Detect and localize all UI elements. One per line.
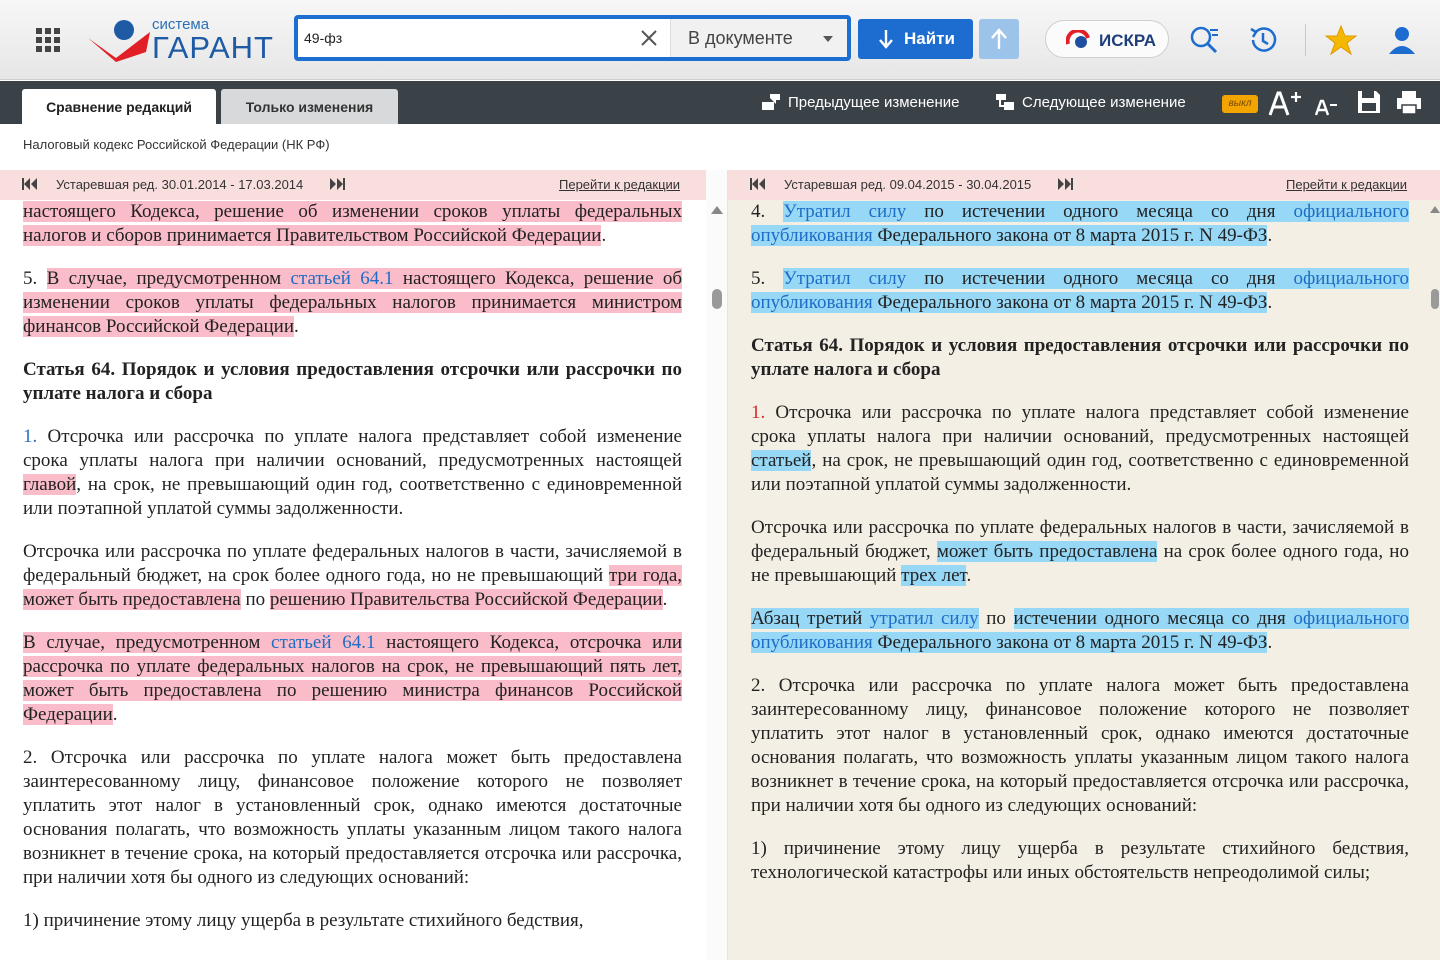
paragraph: 1. Отсрочка или рассрочка по уплате нало… (751, 402, 1409, 495)
iskra-icon (1066, 30, 1090, 48)
paragraph: Абзац третий утратил силу по истечении о… (751, 608, 1409, 653)
find-button-label: Найти (904, 29, 955, 48)
lost-force-link[interactable]: Утратил силу (783, 201, 906, 222)
left-edition-label: Устаревшая ред. 30.01.2014 - 17.03.2014 (56, 177, 304, 192)
paragraph: 2. Отсрочка или рассрочка по уплате нало… (751, 675, 1409, 816)
iskra-label: ИСКРА (1099, 31, 1156, 50)
paragraph: 1) причинение этому лицу ущерба в резуль… (23, 910, 584, 931)
tab-only-changes[interactable]: Только изменения (221, 89, 398, 124)
article-link[interactable]: статьей 64.1 (271, 632, 375, 653)
article-link[interactable]: статьей 64.1 (291, 268, 394, 289)
prev-change-icon (762, 94, 780, 110)
paragraph: Отсрочка или рассрочка по уплате федерал… (751, 517, 1409, 586)
right-document-text: 4. Утратил силу по истечении одного меся… (751, 200, 1410, 904)
history-icon[interactable] (1247, 24, 1279, 56)
scroll-thumb[interactable] (712, 289, 722, 309)
paragraph: настоящего Кодекса, решение об изменении… (23, 201, 682, 246)
garant-logo[interactable]: система ГАРАНТ (86, 12, 276, 68)
search-scope-label: В документе (688, 28, 793, 48)
chevron-down-icon (823, 36, 833, 42)
top-bar: система ГАРАНТ В документе Найти ИСКРА (0, 0, 1440, 80)
paragraph: 2. Отсрочка или рассрочка по уплате нало… (23, 747, 682, 888)
document-title: Налоговый кодекс Российской Федерации (Н… (0, 124, 1440, 170)
article-heading: Статья 64. Порядок и условия предоставле… (23, 359, 682, 404)
left-document-text: настоящего Кодекса, решение об изменении… (23, 200, 683, 952)
last-page-icon[interactable] (1057, 178, 1073, 190)
user-icon[interactable] (1386, 24, 1418, 56)
paragraph: 4. Утратил силу по истечении одного меся… (751, 201, 1410, 246)
print-icon[interactable] (1395, 89, 1423, 115)
paragraph: 1. Отсрочка или рассрочка по уплате нало… (23, 426, 682, 519)
item-number-link[interactable]: 1. (23, 426, 37, 447)
iskra-button[interactable]: ИСКРА (1045, 20, 1169, 58)
right-edition-pane: Устаревшая ред. 09.04.2015 - 30.04.2015 … (728, 170, 1440, 960)
arrow-down-icon (879, 30, 893, 49)
font-increase-icon[interactable] (1268, 89, 1302, 117)
left-edition-pane: Устаревшая ред. 30.01.2014 - 17.03.2014 … (0, 170, 706, 960)
lost-force-link[interactable]: утратил силу (870, 608, 979, 629)
first-page-icon[interactable] (750, 178, 766, 190)
paragraph: Отсрочка или рассрочка по уплате федерал… (23, 541, 683, 610)
left-scrollbar[interactable] (706, 170, 728, 960)
right-edition-bar: Устаревшая ред. 09.04.2015 - 30.04.2015 … (728, 170, 1440, 200)
next-change-icon (996, 94, 1014, 110)
scroll-up-icon[interactable] (711, 206, 723, 214)
last-page-icon[interactable] (329, 178, 345, 190)
paragraph: 1) причинение этому лицу ущерба в резуль… (751, 838, 1409, 883)
search-scope-select[interactable]: В документе (670, 19, 847, 57)
font-decrease-icon[interactable] (1314, 93, 1338, 117)
apps-grid-icon[interactable] (36, 28, 60, 52)
right-edition-label: Устаревшая ред. 09.04.2015 - 30.04.2015 (784, 177, 1032, 192)
paragraph: В случае, предусмотренном статьей 64.1 н… (23, 632, 682, 725)
lost-force-link[interactable]: Утратил силу (783, 268, 906, 289)
paragraph: 5. В случае, предусмотренном статьей 64.… (23, 268, 683, 337)
clear-icon[interactable] (638, 27, 660, 49)
find-button[interactable]: Найти (858, 19, 973, 59)
logo-brand-text: ГАРАНТ (152, 30, 274, 65)
left-goto-edition-link[interactable]: Перейти к редакции (559, 177, 680, 192)
left-edition-bar: Устаревшая ред. 30.01.2014 - 17.03.2014 … (0, 170, 706, 200)
scroll-thumb[interactable] (1431, 289, 1439, 309)
scroll-up-icon[interactable] (1430, 206, 1440, 213)
article-heading: Статья 64. Порядок и условия предоставле… (751, 335, 1409, 380)
compare-toolbar: Сравнение редакций Только изменения Пред… (0, 81, 1440, 124)
next-change-label: Следующее изменение (1022, 94, 1186, 111)
toolbar-separator (1305, 24, 1306, 56)
find-previous-button[interactable] (979, 19, 1019, 59)
smart-search-icon[interactable] (1188, 24, 1220, 56)
previous-change-button[interactable]: Предыдущее изменение (758, 92, 960, 114)
item-number-link[interactable]: 1. (751, 402, 765, 423)
right-goto-edition-link[interactable]: Перейти к редакции (1286, 177, 1407, 192)
right-scrollbar[interactable] (1430, 170, 1440, 960)
search-input[interactable] (304, 25, 634, 51)
next-change-button[interactable]: Следующее изменение (992, 92, 1186, 114)
garant-logo-icon (88, 20, 150, 62)
paragraph: 5. Утратил силу по истечении одного меся… (751, 268, 1410, 313)
search-box: В документе (294, 15, 851, 61)
previous-change-label: Предыдущее изменение (788, 94, 960, 111)
first-page-icon[interactable] (22, 178, 38, 190)
arrow-up-icon (991, 28, 1007, 49)
save-icon[interactable] (1356, 89, 1382, 115)
highlight-toggle-badge[interactable]: выкл (1222, 95, 1258, 113)
tab-compare-editions[interactable]: Сравнение редакций (22, 89, 216, 124)
star-icon[interactable] (1325, 24, 1357, 56)
